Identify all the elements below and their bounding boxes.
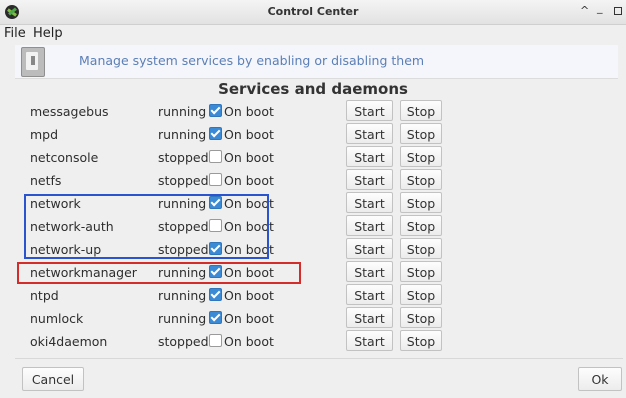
ok-button[interactable]: Ok — [578, 367, 622, 391]
service-row: oki4daemon stopped On boot Start Stop — [15, 330, 615, 352]
stop-button[interactable]: Stop — [400, 146, 442, 167]
service-status: running — [158, 288, 207, 303]
on-boot-label: On boot — [224, 150, 274, 165]
stop-button[interactable]: Stop — [400, 330, 442, 351]
menu-file[interactable]: File — [4, 26, 26, 41]
stop-button[interactable]: Stop — [400, 261, 442, 282]
service-row: ntpd running On boot Start Stop — [15, 284, 615, 306]
service-row: mpd running On boot Start Stop — [15, 123, 615, 145]
on-boot-checkbox[interactable] — [209, 311, 222, 324]
service-row: netconsole stopped On boot Start Stop — [15, 146, 615, 168]
service-name: messagebus — [30, 104, 109, 119]
stop-button[interactable]: Stop — [400, 284, 442, 305]
stop-button[interactable]: Stop — [400, 307, 442, 328]
title-bar: Control Center ^ _ — [0, 0, 626, 25]
on-boot-checkbox[interactable] — [209, 288, 222, 301]
start-button[interactable]: Start — [346, 215, 393, 236]
on-boot-label: On boot — [224, 173, 274, 188]
service-status: stopped — [158, 334, 209, 349]
stop-button[interactable]: Stop — [400, 169, 442, 190]
on-boot-label: On boot — [224, 127, 274, 142]
stop-button[interactable]: Stop — [400, 123, 442, 144]
service-status: running — [158, 127, 207, 142]
stop-button[interactable]: Stop — [400, 238, 442, 259]
service-row: messagebus running On boot Start Stop — [15, 100, 615, 122]
on-boot-label: On boot — [224, 334, 274, 349]
service-status: running — [158, 104, 207, 119]
stop-button[interactable]: Stop — [400, 192, 442, 213]
maximize-window-button[interactable] — [614, 7, 622, 15]
on-boot-checkbox[interactable] — [209, 150, 222, 163]
menu-bar: File Help — [0, 25, 626, 43]
start-button[interactable]: Start — [346, 238, 393, 259]
start-button[interactable]: Start — [346, 192, 393, 213]
on-boot-checkbox[interactable] — [209, 127, 222, 140]
cancel-button[interactable]: Cancel — [22, 367, 84, 391]
start-button[interactable]: Start — [346, 123, 393, 144]
service-name: ntpd — [30, 288, 59, 303]
service-name: netconsole — [30, 150, 99, 165]
start-button[interactable]: Start — [346, 100, 393, 121]
header-banner: Manage system services by enabling or di… — [15, 45, 618, 79]
start-button[interactable]: Start — [346, 307, 393, 328]
service-status: stopped — [158, 150, 209, 165]
annotation-box-blue — [24, 194, 269, 259]
on-boot-checkbox[interactable] — [209, 173, 222, 186]
on-boot-checkbox[interactable] — [209, 104, 222, 117]
stop-button[interactable]: Stop — [400, 215, 442, 236]
start-button[interactable]: Start — [346, 330, 393, 351]
start-button[interactable]: Start — [346, 146, 393, 167]
section-title: Services and daemons — [218, 80, 408, 98]
on-boot-label: On boot — [224, 311, 274, 326]
menu-help[interactable]: Help — [33, 26, 63, 41]
service-name: netfs — [30, 173, 62, 188]
on-boot-label: On boot — [224, 288, 274, 303]
window-title: Control Center — [267, 5, 359, 18]
system-services-icon — [21, 47, 45, 77]
banner-description: Manage system services by enabling or di… — [79, 53, 425, 68]
service-status: running — [158, 311, 207, 326]
service-name: mpd — [30, 127, 59, 142]
on-boot-checkbox[interactable] — [209, 334, 222, 347]
service-status: stopped — [158, 173, 209, 188]
service-row: numlock running On boot Start Stop — [15, 307, 615, 329]
start-button[interactable]: Start — [346, 169, 393, 190]
on-boot-label: On boot — [224, 104, 274, 119]
annotation-box-red — [17, 262, 301, 284]
service-name: numlock — [30, 311, 84, 326]
footer-separator — [15, 358, 623, 359]
start-button[interactable]: Start — [346, 284, 393, 305]
stop-button[interactable]: Stop — [400, 100, 442, 121]
minimize-window-button[interactable]: _ — [597, 1, 603, 15]
shade-window-button[interactable]: ^ — [580, 4, 589, 18]
service-name: oki4daemon — [30, 334, 108, 349]
start-button[interactable]: Start — [346, 261, 393, 282]
service-row: netfs stopped On boot Start Stop — [15, 169, 615, 191]
